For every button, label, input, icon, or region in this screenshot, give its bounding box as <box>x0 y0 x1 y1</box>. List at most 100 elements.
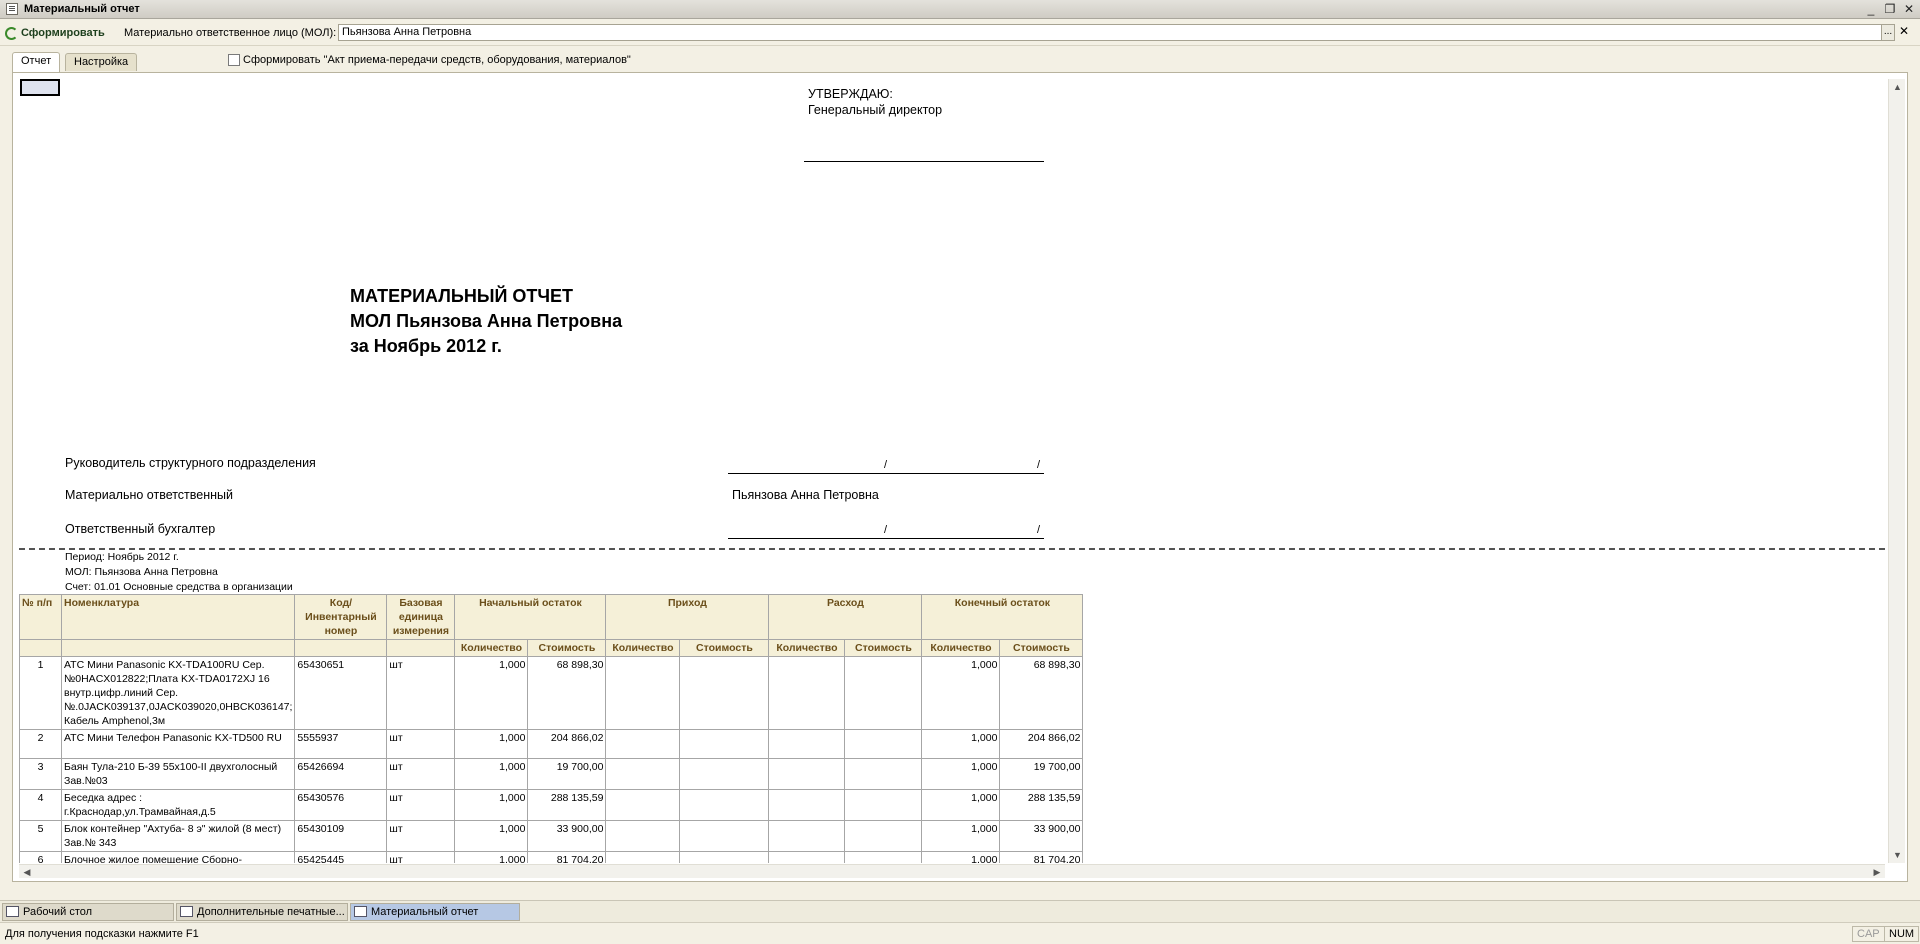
generate-button[interactable]: Сформировать <box>5 23 105 43</box>
row-end-cost[interactable]: 204 866,02 <box>999 729 1084 759</box>
scroll-down-icon[interactable]: ▼ <box>1889 847 1906 863</box>
row-start-qty[interactable]: 1,000 <box>454 729 529 759</box>
minimize-button[interactable]: _ <box>1863 1 1879 17</box>
row-income-qty[interactable] <box>605 820 681 852</box>
row-start-cost[interactable]: 33 900,00 <box>527 820 607 852</box>
row-expense-qty[interactable] <box>768 758 846 790</box>
row-start-qty[interactable]: 1,000 <box>454 789 529 821</box>
report-table: № п/п Номенклатура Код/ Инвентарный номе… <box>19 594 1084 863</box>
row-expense-cost[interactable] <box>844 789 923 821</box>
row-start-qty[interactable]: 1,000 <box>454 758 529 790</box>
row-income-qty[interactable] <box>605 851 681 863</box>
row-code[interactable]: 65430109 <box>294 820 388 852</box>
row-income-cost[interactable] <box>679 789 770 821</box>
row-name[interactable]: Блочное жилое помещение Сборно-разборное… <box>60 851 296 863</box>
row-expense-cost[interactable] <box>844 729 923 759</box>
row-expense-cost[interactable] <box>844 758 923 790</box>
row-expense-qty[interactable] <box>768 656 846 730</box>
row-end-qty[interactable]: 1,000 <box>921 789 1001 821</box>
row-code[interactable]: 65430651 <box>294 656 388 730</box>
mol-select-button[interactable]: ... <box>1881 24 1895 41</box>
row-name[interactable]: АТС Мини Телефон Panasonic KX-TD500 RU <box>60 729 296 759</box>
row-start-cost[interactable]: 81 704,20 <box>527 851 607 863</box>
sign-acc-slash-1: / <box>884 524 888 536</box>
mol-clear-button[interactable]: ✕ <box>1897 24 1911 41</box>
row-start-cost[interactable]: 68 898,30 <box>527 656 607 730</box>
row-unit[interactable]: шт <box>386 758 456 790</box>
task-material-report[interactable]: Материальный отчет <box>350 903 520 921</box>
akt-checkbox[interactable] <box>228 54 240 66</box>
row-start-cost[interactable]: 19 700,00 <box>527 758 607 790</box>
row-code[interactable]: 65426694 <box>294 758 388 790</box>
akt-checkbox-row[interactable]: Сформировать "Акт приема-передачи средст… <box>228 54 631 66</box>
row-expense-cost[interactable] <box>844 656 923 730</box>
selected-cell[interactable] <box>20 79 60 96</box>
row-name[interactable]: Беседка адрес : г.Краснодар,ул.Трамвайна… <box>60 789 296 821</box>
form-toolbar: Сформировать Материально ответственное л… <box>0 20 1920 46</box>
row-end-cost[interactable]: 288 135,59 <box>999 789 1084 821</box>
row-end-qty[interactable]: 1,000 <box>921 851 1001 863</box>
row-name[interactable]: Блок контейнер "Ахтуба- 8 э" жилой (8 ме… <box>60 820 296 852</box>
mol-label: Материально ответственное лицо (МОЛ): <box>124 27 337 39</box>
row-num[interactable]: 1 <box>19 656 62 730</box>
report-title: МАТЕРИАЛЬНЫЙ ОТЧЕТ МОЛ Пьянзова Анна Пет… <box>350 284 622 359</box>
horizontal-scrollbar[interactable]: ◀ ▶ <box>19 864 1885 878</box>
close-button[interactable]: ✕ <box>1901 1 1917 17</box>
row-end-cost[interactable]: 68 898,30 <box>999 656 1084 730</box>
row-num[interactable]: 2 <box>19 729 62 759</box>
row-name[interactable]: АТС Мини Panasonic KX-TDA100RU Сер.№0HAC… <box>60 656 296 730</box>
row-num[interactable]: 4 <box>19 789 62 821</box>
row-start-cost[interactable]: 204 866,02 <box>527 729 607 759</box>
row-income-cost[interactable] <box>679 656 770 730</box>
row-end-cost[interactable]: 19 700,00 <box>999 758 1084 790</box>
task-desktop[interactable]: Рабочий стол <box>2 903 174 921</box>
row-unit[interactable]: шт <box>386 789 456 821</box>
scroll-right-icon[interactable]: ▶ <box>1869 865 1885 879</box>
row-income-cost[interactable] <box>679 851 770 863</box>
report-title-line-2: МОЛ Пьянзова Анна Петровна <box>350 311 623 331</box>
scroll-left-icon[interactable]: ◀ <box>19 865 35 879</box>
mol-input[interactable]: Пьянзова Анна Петровна <box>338 24 1893 41</box>
row-num[interactable]: 6 <box>19 851 62 863</box>
row-end-qty[interactable]: 1,000 <box>921 656 1001 730</box>
row-code[interactable]: 5555937 <box>294 729 388 759</box>
row-income-cost[interactable] <box>679 758 770 790</box>
row-expense-cost[interactable] <box>844 851 923 863</box>
row-end-qty[interactable]: 1,000 <box>921 820 1001 852</box>
row-expense-cost[interactable] <box>844 820 923 852</box>
row-start-qty[interactable]: 1,000 <box>454 851 529 863</box>
row-expense-qty[interactable] <box>768 820 846 852</box>
row-num[interactable]: 5 <box>19 820 62 852</box>
row-unit[interactable]: шт <box>386 851 456 863</box>
row-income-qty[interactable] <box>605 656 681 730</box>
task-extra-prints[interactable]: Дополнительные печатные... <box>176 903 348 921</box>
row-unit[interactable]: шт <box>386 729 456 759</box>
row-expense-qty[interactable] <box>768 729 846 759</box>
row-unit[interactable]: шт <box>386 820 456 852</box>
row-start-qty[interactable]: 1,000 <box>454 820 529 852</box>
row-unit[interactable]: шт <box>386 656 456 730</box>
restore-button[interactable]: ❐ <box>1882 1 1898 17</box>
vertical-scrollbar[interactable]: ▲ ▼ <box>1888 79 1905 863</box>
row-end-cost[interactable]: 33 900,00 <box>999 820 1084 852</box>
tab-settings[interactable]: Настройка <box>65 53 138 71</box>
row-num[interactable]: 3 <box>19 758 62 790</box>
row-income-qty[interactable] <box>605 729 681 759</box>
row-end-cost[interactable]: 81 704,20 <box>999 851 1084 863</box>
row-name[interactable]: Баян Тула-210 Б-39 55х100-II двухголосны… <box>60 758 296 790</box>
row-income-cost[interactable] <box>679 729 770 759</box>
row-income-cost[interactable] <box>679 820 770 852</box>
row-end-qty[interactable]: 1,000 <box>921 758 1001 790</box>
spreadsheet-document[interactable]: УТВЕРЖДАЮ: Генеральный директор МАТЕРИАЛ… <box>19 79 1885 863</box>
row-expense-qty[interactable] <box>768 851 846 863</box>
row-start-cost[interactable]: 288 135,59 <box>527 789 607 821</box>
tab-report[interactable]: Отчет <box>12 52 61 72</box>
row-end-qty[interactable]: 1,000 <box>921 729 1001 759</box>
row-code[interactable]: 65430576 <box>294 789 388 821</box>
scroll-up-icon[interactable]: ▲ <box>1889 79 1906 95</box>
row-start-qty[interactable]: 1,000 <box>454 656 529 730</box>
row-income-qty[interactable] <box>605 758 681 790</box>
row-income-qty[interactable] <box>605 789 681 821</box>
row-code[interactable]: 65425445 <box>294 851 388 863</box>
row-expense-qty[interactable] <box>768 789 846 821</box>
